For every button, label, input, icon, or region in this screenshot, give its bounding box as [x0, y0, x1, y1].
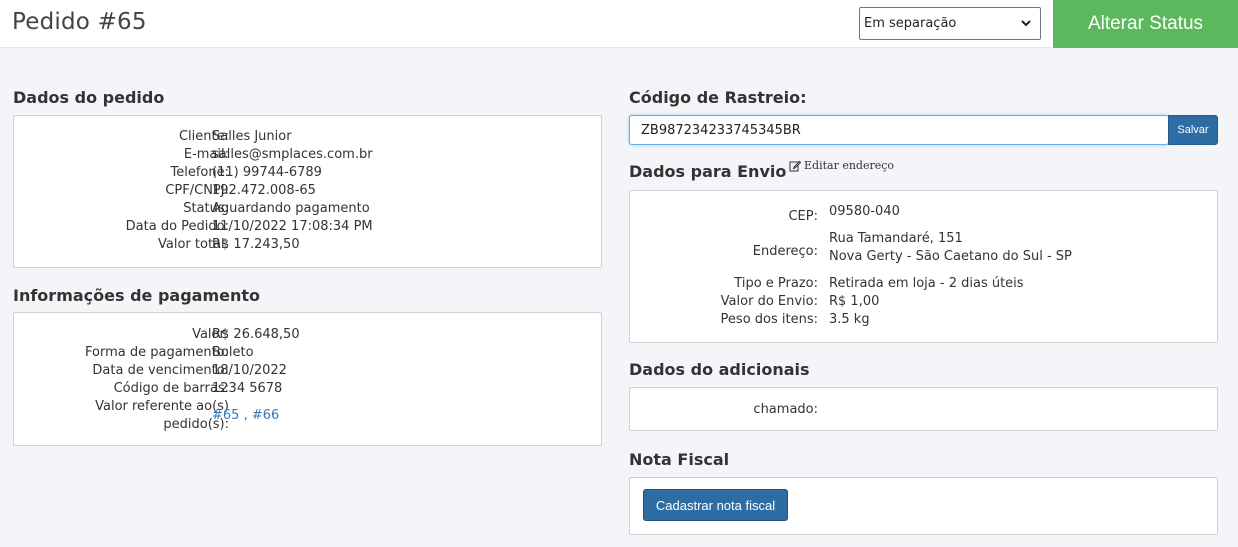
- field-label: Forma de pagamento:: [85, 345, 229, 360]
- tracking-input[interactable]: ZB987234233745345BR: [629, 115, 1169, 145]
- chevron-down-icon: [1021, 20, 1031, 27]
- status-select[interactable]: Em separação: [859, 7, 1041, 40]
- field-value: 11/10/2022 17:08:34 PM: [212, 219, 373, 234]
- edit-icon: [789, 160, 801, 171]
- payment-panel: Valor: R$ 26.648,50 Forma de pagamento: …: [13, 312, 602, 446]
- order-data-panel: Cliente: Salles Junior E-mail: salles@sm…: [13, 115, 602, 268]
- save-tracking-button[interactable]: Salvar: [1168, 115, 1218, 145]
- field-value: R$ 17.243,50: [212, 237, 300, 252]
- order-data-title: Dados do pedido: [13, 88, 165, 107]
- field-value: 18/10/2022: [212, 363, 287, 378]
- page-title: Pedido #65: [12, 9, 147, 35]
- change-status-button[interactable]: Alterar Status: [1053, 0, 1238, 48]
- cost-value: R$ 1,00: [829, 294, 880, 309]
- field-value: 192.472.008-65: [212, 183, 316, 198]
- additional-title: Dados do adicionais: [629, 360, 810, 379]
- field-value: 1234 5678: [212, 381, 283, 396]
- field-value: (11) 99744-6789: [212, 165, 322, 180]
- edit-address-label: Editar endereço: [804, 159, 895, 172]
- invoice-title: Nota Fiscal: [629, 450, 730, 469]
- type-value: Retirada em loja - 2 dias úteis: [829, 276, 1024, 291]
- weight-value: 3.5 kg: [829, 312, 870, 327]
- field-label: Data de vencimento:: [92, 363, 229, 378]
- payment-title: Informações de pagamento: [13, 286, 261, 305]
- tracking-input-value: ZB987234233745345BR: [641, 122, 801, 138]
- tracking-title: Código de Rastreio:: [629, 88, 807, 107]
- address-line-1: Rua Tamandaré, 151: [829, 231, 963, 246]
- cep-label: CEP:: [788, 209, 818, 224]
- field-value: R$ 26.648,50: [212, 327, 300, 342]
- shipping-title: Dados para Envio: [629, 162, 787, 181]
- shipping-panel: CEP: 09580-040 Endereço: Rua Tamandaré, …: [629, 190, 1218, 343]
- order-link-65[interactable]: #65: [212, 408, 239, 423]
- field-value: Salles Junior: [212, 129, 292, 144]
- register-invoice-button[interactable]: Cadastrar nota fiscal: [643, 489, 788, 521]
- address-label: Endereço:: [752, 244, 818, 259]
- weight-label: Peso dos itens:: [720, 312, 818, 327]
- order-ref-separator: ,: [243, 408, 248, 423]
- order-link-66[interactable]: #66: [252, 408, 279, 423]
- edit-address-link[interactable]: Editar endereço: [789, 159, 894, 172]
- cost-label: Valor do Envio:: [720, 294, 818, 309]
- chamado-label: chamado:: [753, 402, 818, 417]
- address-line-2: Nova Gerty - São Caetano do Sul - SP: [829, 249, 1072, 264]
- top-bar: Pedido #65 Em separação Alterar Status: [0, 0, 1238, 48]
- order-ref-links: #65 , #66: [212, 407, 279, 425]
- field-value: salles@smplaces.com.br: [212, 147, 373, 162]
- status-link[interactable]: Aguardando pagamento: [212, 200, 370, 218]
- type-label: Tipo e Prazo:: [734, 276, 818, 291]
- additional-panel: chamado:: [629, 387, 1218, 431]
- cep-value: 09580-040: [829, 204, 900, 219]
- field-label: Valor referente ao(s): [95, 399, 229, 414]
- status-select-value: Em separação: [864, 16, 957, 31]
- field-value: Boleto: [212, 345, 254, 360]
